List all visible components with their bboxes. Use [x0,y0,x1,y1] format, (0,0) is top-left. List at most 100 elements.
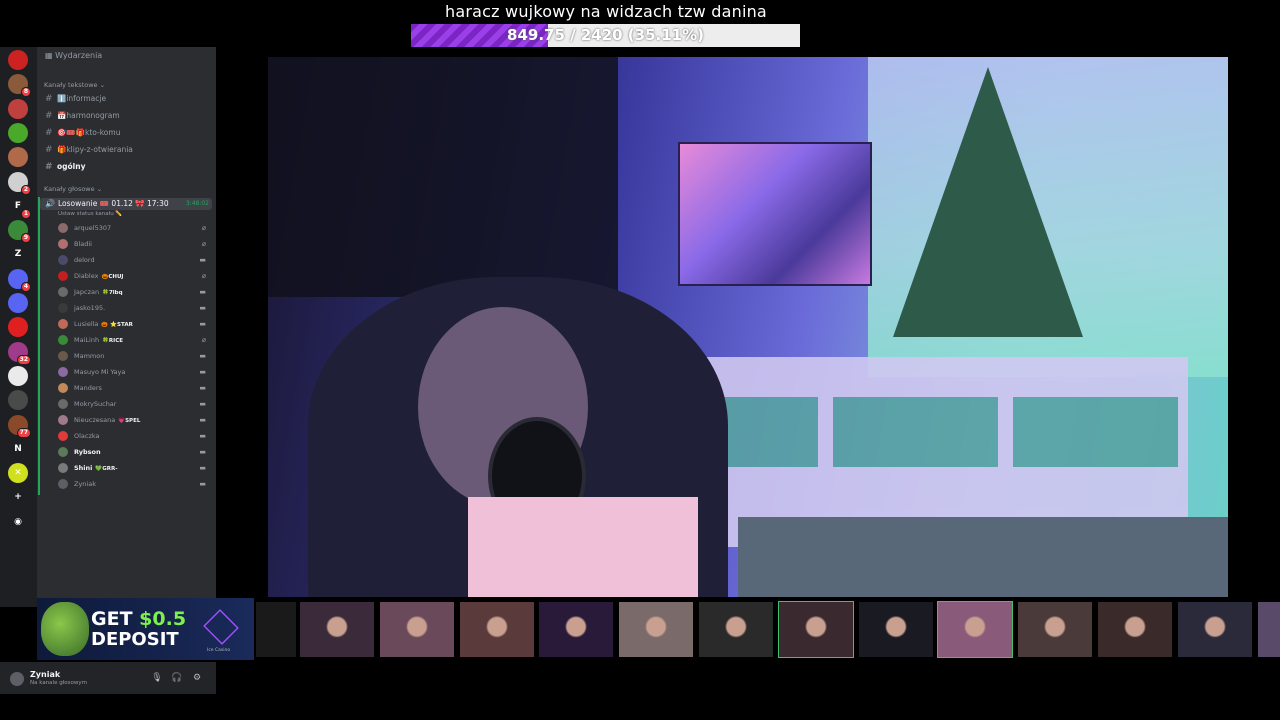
voice-member[interactable]: Diablex 🎃CHUJ ⌀ [58,270,208,284]
server-rail: 88 22F199Z 44 3232 7777N ✕ + ◉ [0,47,37,607]
voice-member[interactable]: Masuyo Mi Yaya ▬ [58,366,208,380]
avatar [58,303,68,313]
voice-member[interactable]: Mammon ▬ [58,350,208,364]
voice-status-prompt[interactable]: Ustaw status kanału ✏️ [58,211,122,217]
server-icon[interactable]: 99 [8,220,31,244]
hash-icon: # [45,94,53,104]
casino-ad-banner[interactable]: GET $0.5 DEPOSIT Ice Casino [37,598,254,660]
voice-member[interactable]: Japczan 🍀7lbq ▬ [58,286,208,300]
avatar [58,383,68,393]
text-channel[interactable]: # ℹ️informacje [45,94,106,104]
member-name-text: Masuyo Mi Yaya [74,368,126,376]
mic-muted-icon: ⌀ [201,272,206,280]
channel-label: ℹ️informacje [57,94,107,103]
channel-label: 🎁klipy-z-otwierania [57,145,133,154]
participant-thumbnail[interactable] [300,602,374,657]
voice-member[interactable]: MaiLinh 🍀RICE ⌀ [58,334,208,348]
notification-badge: 1 [20,208,31,219]
background-shelf [268,57,618,297]
server-icon[interactable] [8,317,28,338]
server-icon[interactable]: 3232 [8,341,31,365]
voice-category[interactable]: Kanały głosowe ⌄ [44,185,102,193]
add-server-icon[interactable]: + [8,487,28,508]
text-category[interactable]: Kanały tekstowe ⌄ [44,81,105,89]
participant-thumbnail[interactable] [619,602,694,657]
server-icon[interactable]: ✕ [8,463,28,484]
streamer-shirt [468,497,698,597]
server-icon[interactable] [8,98,28,119]
voice-member[interactable]: Lusiella 🎃 ⭐STAR ▬ [58,318,208,332]
server-icon[interactable] [8,293,28,313]
goal-title: haracz wujkowy na widzach tzw danina [445,2,767,21]
channel-label: ogólny [57,162,86,171]
video-icon: ▬ [199,416,206,424]
avatar[interactable] [10,672,24,686]
christmas-tree [893,67,1083,337]
events-link[interactable]: ▦ Wydarzenia [45,51,102,60]
microphone-icon[interactable]: 🎙 [151,672,163,684]
stream-video[interactable] [268,57,1228,597]
voice-member[interactable]: MokrySuchar ▬ [58,398,208,412]
server-icon[interactable] [8,122,28,143]
member-tag: 🎃CHUJ [101,274,124,280]
hash-icon: # [45,145,53,155]
server-icon[interactable] [8,147,28,168]
mic-muted-icon: ⌀ [201,336,206,344]
server-icon[interactable]: 88 [8,74,31,98]
participant-thumbnail[interactable] [539,602,614,657]
wall-poster [678,142,872,286]
server-icon[interactable]: 22 [8,171,31,195]
voice-member[interactable]: Manders ▬ [58,382,208,396]
participant-thumbnail[interactable] [379,602,454,657]
text-channel[interactable]: # ogólny [45,162,85,172]
user-panel: Zyniak Na kanale głosowym 🎙 🎧 ⚙ [0,662,216,694]
video-icon: ▬ [199,448,206,456]
server-icon[interactable] [8,50,28,70]
server-icon[interactable] [8,365,28,386]
avatar [58,447,68,457]
voice-channel-losowanie[interactable]: 🔊 Losowanie 🎟️ 01.12 🎀 17:30 3:48:02 [40,198,212,210]
server-icon[interactable]: Z [8,244,28,265]
avatar [58,367,68,377]
voice-member[interactable]: Shini 💚GRR- ▬ [58,462,208,476]
voice-member[interactable]: Nieuczesana 💗SPEL ▬ [58,414,208,428]
participant-thumbnail[interactable] [459,602,534,657]
server-icon[interactable] [8,390,28,411]
headphones-icon[interactable]: 🎧 [171,672,183,684]
cabinet-glass [1013,397,1178,467]
participant-thumbnail[interactable] [937,601,1014,658]
voice-member[interactable]: arquel5307 ⌀ [58,222,208,236]
voice-member[interactable]: delord ▬ [58,254,208,268]
participant-thumbnail[interactable] [858,602,933,657]
voice-member[interactable]: Olaczka ▬ [58,430,208,444]
video-icon: ▬ [199,368,206,376]
participant-thumbnail[interactable] [1177,602,1252,657]
gear-icon[interactable]: ⚙ [191,672,203,684]
text-channel[interactable]: # 🎁klipy-z-otwierania [45,145,133,155]
participant-thumbnail[interactable] [1257,602,1280,657]
participant-thumbnail[interactable] [699,602,773,657]
cabinet-glass [833,397,998,467]
member-name-text: Nieuczesana [74,416,116,424]
server-icon[interactable]: N [8,438,28,459]
text-channel[interactable]: # 📅harmonogram [45,111,120,121]
ad-logo-label: Ice Casino [207,648,231,653]
explore-icon[interactable]: ◉ [8,511,28,532]
member-name-text: Bladii [74,240,92,248]
goal-progress-bar: 849.75 / 2420 (35.11%) [411,24,800,47]
voice-member[interactable]: Bladii ⌀ [58,238,208,252]
server-icon[interactable]: 44 [8,268,31,292]
text-channel[interactable]: # 🎯🎟️🎁kto-komu [45,128,120,138]
server-icon[interactable]: F1 [8,195,31,219]
voice-member[interactable]: Zyniak ▬ [58,478,208,492]
server-icon[interactable]: 7777 [8,414,31,438]
member-name: Mammon [74,352,104,360]
voice-member[interactable]: jasko195. ▬ [58,302,208,316]
participant-thumbnail[interactable] [1098,602,1172,657]
participant-thumbnail[interactable] [1018,602,1093,657]
voice-channel-name: Losowanie 🎟️ 01.12 🎀 17:30 [58,199,169,208]
notification-badge: 77 [16,427,31,438]
participant-thumbnail[interactable] [777,601,854,658]
participant-thumbnail[interactable] [256,602,296,657]
voice-member[interactable]: Rybson ▬ [58,446,208,460]
